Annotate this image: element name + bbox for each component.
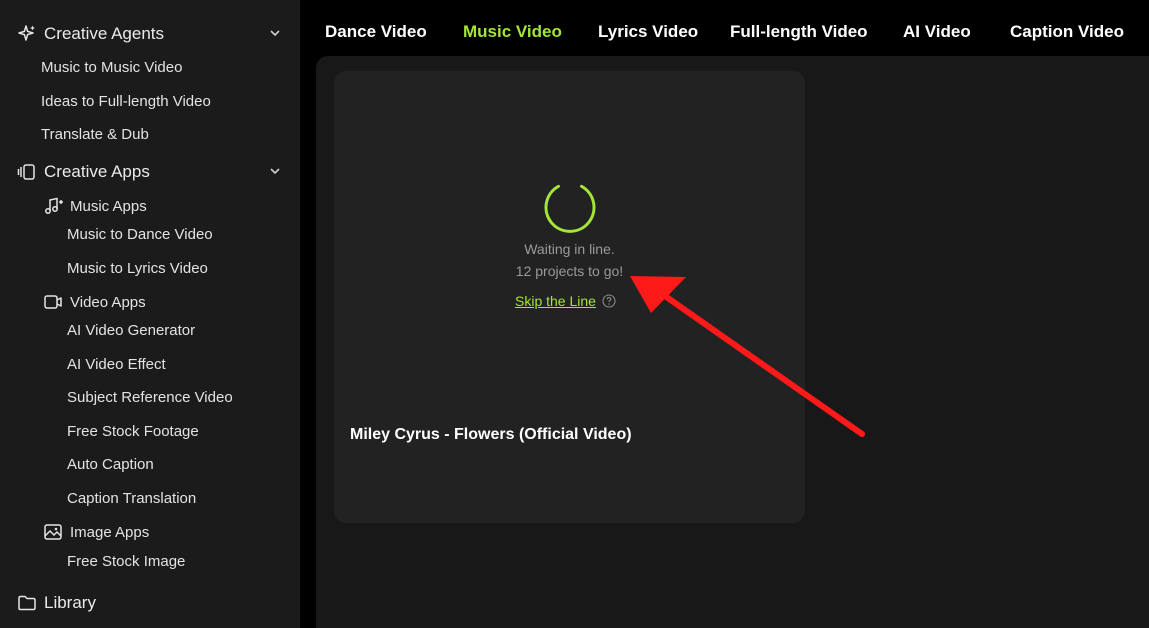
sidebar-item-music-to-lyrics-video[interactable]: Music to Lyrics Video bbox=[67, 260, 208, 277]
creative-agents-header[interactable]: Creative Agents bbox=[16, 22, 286, 46]
sidebar-item-caption-translation[interactable]: Caption Translation bbox=[67, 490, 196, 507]
project-title: Miley Cyrus - Flowers (Official Video) bbox=[350, 426, 632, 443]
tab-lyrics-video[interactable]: Lyrics Video bbox=[598, 22, 698, 42]
music-note-icon bbox=[43, 196, 63, 216]
folder-icon bbox=[16, 592, 38, 614]
video-apps-header[interactable]: Video Apps bbox=[43, 291, 146, 313]
queue-status-text: Waiting in line. bbox=[524, 241, 615, 257]
sparkle-icon bbox=[16, 23, 38, 45]
music-apps-label: Music Apps bbox=[70, 197, 147, 215]
sidebar-item-free-stock-image[interactable]: Free Stock Image bbox=[67, 553, 185, 570]
tab-music-video[interactable]: Music Video bbox=[463, 22, 562, 42]
video-camera-icon bbox=[43, 292, 63, 312]
image-icon bbox=[43, 522, 63, 542]
sidebar-item-translate-dub[interactable]: Translate & Dub bbox=[41, 126, 149, 143]
skip-the-line-link[interactable]: Skip the Line bbox=[515, 293, 596, 309]
sidebar-item-music-to-music-video[interactable]: Music to Music Video bbox=[41, 59, 182, 76]
chevron-down-icon[interactable] bbox=[268, 164, 282, 178]
library-label: Library bbox=[44, 593, 96, 612]
tab-dance-video[interactable]: Dance Video bbox=[325, 22, 427, 42]
creative-agents-label: Creative Agents bbox=[44, 24, 165, 43]
tab-full-length-video[interactable]: Full-length Video bbox=[730, 22, 868, 42]
video-type-tabs: Dance Video Music Video Lyrics Video Ful… bbox=[300, 0, 1149, 56]
music-apps-header[interactable]: Music Apps bbox=[43, 195, 147, 217]
video-apps-label: Video Apps bbox=[70, 293, 146, 311]
sidebar-item-ai-video-effect[interactable]: AI Video Effect bbox=[67, 356, 166, 373]
chevron-down-icon[interactable] bbox=[268, 26, 282, 40]
library-header[interactable]: Library bbox=[16, 591, 286, 615]
question-circle-icon[interactable] bbox=[602, 294, 616, 308]
sidebar-item-auto-caption[interactable]: Auto Caption bbox=[67, 456, 154, 473]
creative-apps-label: Creative Apps bbox=[44, 162, 150, 181]
image-apps-header[interactable]: Image Apps bbox=[43, 521, 149, 543]
sidebar-item-free-stock-footage[interactable]: Free Stock Footage bbox=[67, 423, 199, 440]
skip-the-line: Skip the Line bbox=[515, 293, 616, 309]
sidebar: Creative Agents Music to Music Video Ide… bbox=[0, 0, 300, 628]
tab-caption-video[interactable]: Caption Video bbox=[1010, 22, 1124, 42]
tab-ai-video[interactable]: AI Video bbox=[903, 22, 971, 42]
sidebar-item-ai-video-generator[interactable]: AI Video Generator bbox=[67, 322, 195, 339]
sidebar-item-ideas-to-full-length-video[interactable]: Ideas to Full-length Video bbox=[41, 93, 211, 110]
sidebar-item-music-to-dance-video[interactable]: Music to Dance Video bbox=[67, 226, 213, 243]
image-apps-label: Image Apps bbox=[70, 523, 150, 541]
sidebar-item-subject-reference-video[interactable]: Subject Reference Video bbox=[67, 389, 233, 406]
apps-icon bbox=[16, 161, 38, 183]
creative-apps-header[interactable]: Creative Apps bbox=[16, 160, 286, 184]
loading-spinner-icon bbox=[544, 184, 596, 233]
queue-count-text: 12 projects to go! bbox=[515, 263, 624, 279]
